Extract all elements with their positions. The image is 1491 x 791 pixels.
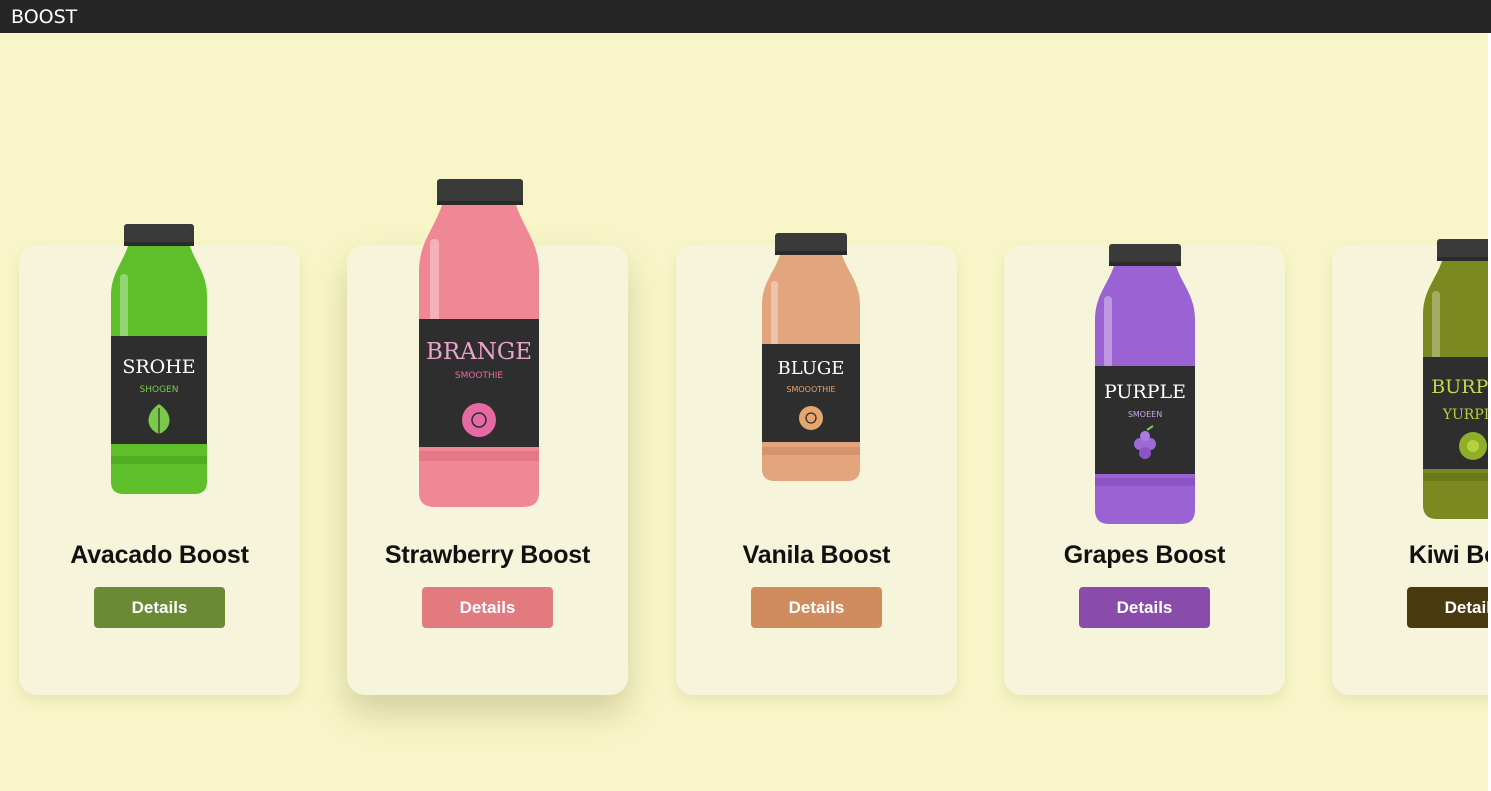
bottle-label-text: PURPLE bbox=[1104, 381, 1186, 403]
window-title-bar: BOOST bbox=[0, 0, 1491, 33]
bottle-sub-text: SMOOTHIE bbox=[455, 371, 504, 381]
product-name: Avacado Boost bbox=[70, 541, 249, 569]
bottle-sub-text: SMOEEN bbox=[1128, 410, 1162, 419]
bottle-sub-text: SMOOOTHIE bbox=[786, 385, 835, 394]
product-name: Vanila Boost bbox=[742, 541, 891, 569]
product-name: Kiwi Boost bbox=[1408, 541, 1488, 569]
bottle-label-text: SROHE bbox=[122, 356, 195, 378]
product-card-grapes[interactable]: PURPLE SMOEEN Grapes Boost Details bbox=[1004, 244, 1285, 695]
window-title: BOOST bbox=[11, 6, 78, 28]
details-button[interactable]: Details bbox=[1407, 587, 1488, 628]
circle-icon bbox=[799, 406, 823, 430]
bottle-label-text: BRANGE bbox=[426, 339, 532, 365]
product-card-kiwi[interactable]: BURPLE YURPLE Kiwi Boost Details bbox=[1332, 239, 1488, 695]
product-card-strawberry[interactable]: BRANGE SMOOTHIE Strawberry Boost Details bbox=[347, 179, 628, 695]
bottle-image: PURPLE SMOEEN bbox=[1095, 244, 1195, 524]
details-button[interactable]: Details bbox=[94, 587, 225, 628]
bottle-label-text: BLUGE bbox=[778, 358, 845, 379]
bottle-sub-text: YURPLE bbox=[1442, 407, 1488, 423]
product-card-vanila[interactable]: BLUGE SMOOOTHIE Vanila Boost Details bbox=[676, 233, 957, 695]
bottle-sub-text: SHOGEN bbox=[140, 385, 179, 395]
bottle-label-text: BURPLE bbox=[1431, 376, 1488, 398]
bottle-image: BURPLE YURPLE bbox=[1423, 239, 1488, 519]
circle-icon bbox=[462, 403, 496, 437]
details-button[interactable]: Details bbox=[422, 587, 553, 628]
bottle-image: SROHE SHOGEN bbox=[111, 224, 207, 494]
product-card-avacado[interactable]: SROHE SHOGEN Avacado Boost Details bbox=[19, 224, 300, 695]
bottle-image: BLUGE SMOOOTHIE bbox=[762, 233, 860, 481]
details-button[interactable]: Details bbox=[751, 587, 882, 628]
circle-icon bbox=[1459, 432, 1487, 460]
product-name: Strawberry Boost bbox=[384, 541, 591, 569]
details-button[interactable]: Details bbox=[1079, 587, 1210, 628]
product-name: Grapes Boost bbox=[1063, 541, 1226, 569]
product-carousel[interactable]: SROHE SHOGEN Avacado Boost Details BRANG… bbox=[0, 33, 1488, 791]
bottle-image: BRANGE SMOOTHIE bbox=[419, 179, 539, 507]
